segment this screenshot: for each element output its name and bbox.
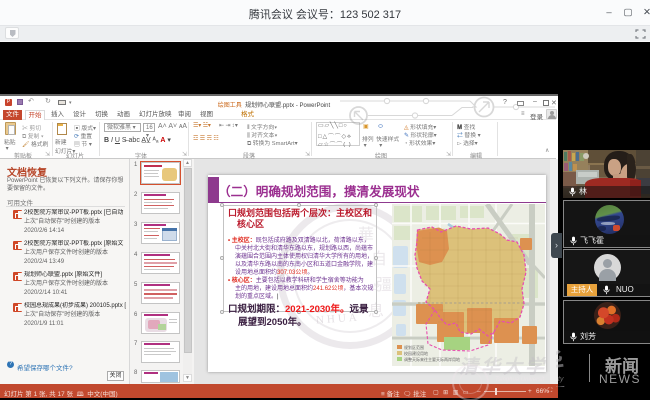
svg-text:校园建设用地: 校园建设用地 [404, 350, 428, 356]
svg-text:调整天际来往主要天际两岸用地: 调整天际来往主要天际两岸用地 [404, 356, 460, 362]
svg-text:规划区范围: 规划区范围 [404, 344, 424, 350]
